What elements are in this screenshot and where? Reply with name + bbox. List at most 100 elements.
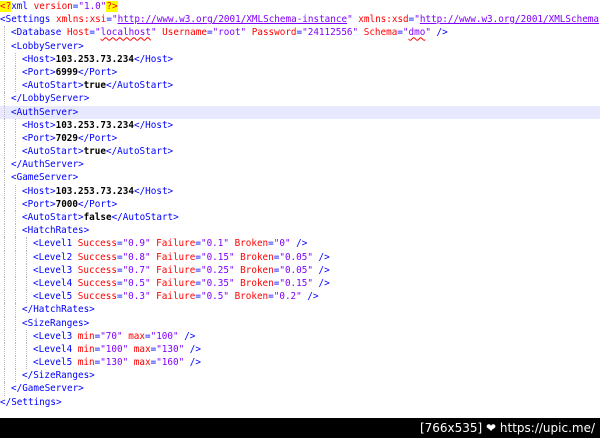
- code-line[interactable]: <AutoStart>true</AutoStart>: [0, 145, 600, 159]
- code-line[interactable]: <Level5 min="130" max="160" />: [0, 356, 600, 370]
- code-token-pi: <?: [0, 1, 12, 12]
- indent-guide: [4, 356, 5, 370]
- code-line[interactable]: <LobbyServer>: [0, 39, 600, 53]
- code-token-val: "0.5": [200, 291, 235, 303]
- indent-guide: [15, 224, 16, 238]
- code-token-val: "0.25": [200, 264, 241, 276]
- code-line[interactable]: <Port>7000</Port>: [0, 197, 600, 211]
- indent-guide: [15, 131, 16, 146]
- code-line[interactable]: <Level5 Success="0.3" Failure="0.5" Brok…: [0, 290, 600, 304]
- code-token-val: "0.9": [122, 238, 157, 250]
- code-token-tag: />: [307, 291, 319, 303]
- code-token-txt: 103.253.73.234: [55, 185, 134, 197]
- code-line[interactable]: <Port>6999</Port>: [0, 65, 600, 80]
- code-token-tag: <GameServer>: [11, 172, 79, 184]
- code-token-val: "0.15": [200, 251, 241, 263]
- indent-guide: [26, 290, 27, 304]
- indent-guide: [4, 105, 5, 119]
- code-token-tag: />: [184, 330, 196, 342]
- code-token-tag: <Level5: [33, 291, 78, 303]
- code-token-tag: <HatchRates>: [22, 225, 90, 237]
- indent-guide: [15, 118, 16, 132]
- code-token-val: "24112556": [302, 27, 364, 39]
- code-token-txt: true: [83, 146, 106, 158]
- code-line[interactable]: </SizeRanges>: [0, 369, 600, 383]
- code-line[interactable]: <Level4 min="100" max="130" />: [0, 342, 600, 357]
- code-line[interactable]: </AuthServer>: [0, 158, 600, 172]
- indent-guide: [15, 184, 16, 198]
- code-token-attr: max: [133, 343, 151, 355]
- indent-guide: [15, 356, 16, 370]
- code-line[interactable]: <Database Host="localhost" Username="roo…: [0, 26, 600, 40]
- code-token-tag: <LobbyServer>: [11, 40, 84, 52]
- code-token-tag: />: [296, 238, 308, 250]
- code-token-tag: />: [436, 27, 448, 39]
- code-token-attr: Success: [77, 251, 117, 263]
- code-line[interactable]: <SizeRanges>: [0, 316, 600, 330]
- indent-guide: [26, 356, 27, 370]
- code-line[interactable]: <Level3 min="70" max="100" />: [0, 329, 600, 343]
- code-line[interactable]: <Host>103.253.73.234</Host>: [0, 52, 600, 66]
- code-token-tag: />: [318, 264, 330, 276]
- code-line[interactable]: <Level2 Success="0.8" Failure="0.15" Bro…: [0, 250, 600, 264]
- indent-guide: [4, 382, 5, 396]
- code-line[interactable]: <AuthServer>: [0, 105, 600, 119]
- code-line[interactable]: <AutoStart>true</AutoStart>: [0, 79, 600, 93]
- code-token-pi: ?>: [106, 1, 118, 12]
- code-token-attr: Success: [77, 264, 117, 276]
- code-token-tag: />: [189, 357, 201, 369]
- code-line[interactable]: <HatchRates>: [0, 224, 600, 238]
- code-token-tag: </Port>: [77, 132, 118, 144]
- code-token-tag: </LobbyServer>: [11, 93, 90, 105]
- code-token-tag: <Level3: [33, 264, 78, 276]
- code-token-attr: version: [33, 1, 73, 12]
- indent-guide: [4, 211, 5, 225]
- indent-guide: [15, 211, 16, 225]
- code-token-attr: Username: [162, 27, 207, 39]
- code-line[interactable]: <Level1 Success="0.9" Failure="0.1" Brok…: [0, 237, 600, 251]
- indent-guide: [15, 250, 16, 264]
- code-token-attr: Broken: [234, 291, 269, 303]
- code-line[interactable]: <AutoStart>false</AutoStart>: [0, 211, 600, 225]
- indent-guide: [15, 145, 16, 159]
- image-host-watermark: [766x535] ❤ https://upic.me/: [419, 421, 595, 435]
- code-token-attr: Broken: [234, 238, 269, 250]
- code-line[interactable]: <Host>103.253.73.234</Host>: [0, 184, 600, 198]
- indent-guide: [15, 237, 16, 251]
- code-token-val: "0.8": [122, 251, 157, 263]
- code-line[interactable]: <Host>103.253.73.234</Host>: [0, 118, 600, 132]
- indent-guide: [15, 65, 16, 80]
- code-line[interactable]: </Settings>: [0, 396, 600, 409]
- code-line[interactable]: <Level4 Success="0.5" Failure="0.35" Bro…: [0, 276, 600, 291]
- code-token-val: "100": [150, 330, 185, 342]
- indent-guide: [4, 303, 5, 317]
- code-token-val: ": [150, 27, 163, 39]
- code-line[interactable]: <Port>7029</Port>: [0, 131, 600, 146]
- indent-guide: [15, 342, 16, 357]
- code-line[interactable]: </HatchRates>: [0, 303, 600, 317]
- code-line[interactable]: <Level3 Success="0.7" Failure="0.25" Bro…: [0, 263, 600, 277]
- indent-guide: [15, 79, 16, 93]
- indent-guide: [15, 197, 16, 211]
- code-token-tag: <Level3: [33, 330, 78, 342]
- code-token-attr: Success: [77, 238, 117, 250]
- code-token-attr: min: [77, 357, 95, 369]
- code-line[interactable]: <Settings xmlns:xsi="http://www.w3.org/2…: [0, 13, 600, 26]
- indent-guide: [4, 250, 5, 264]
- indent-guide: [4, 276, 5, 291]
- code-line[interactable]: </GameServer>: [0, 382, 600, 396]
- code-token-txt: 7000: [55, 198, 78, 210]
- code-line[interactable]: <GameServer>: [0, 171, 600, 185]
- code-token-tag: </Host>: [133, 185, 174, 197]
- code-token-attr: xmlns:xsd: [358, 14, 409, 26]
- code-token-tag: </AutoStart>: [105, 80, 174, 92]
- code-token-tag: <AutoStart>: [22, 80, 84, 92]
- code-line[interactable]: </LobbyServer>: [0, 92, 600, 106]
- indent-guide: [4, 197, 5, 211]
- code-token-tag: </AutoStart>: [111, 212, 179, 223]
- code-token-tag: </Port>: [77, 66, 118, 78]
- code-line[interactable]: <?xml version="1.0"?>: [0, 0, 600, 13]
- code-token-val: "100": [100, 343, 134, 355]
- indent-guide: [4, 290, 5, 304]
- xml-editor[interactable]: <?xml version="1.0"?> <Settings xmlns:xsi…: [0, 0, 600, 418]
